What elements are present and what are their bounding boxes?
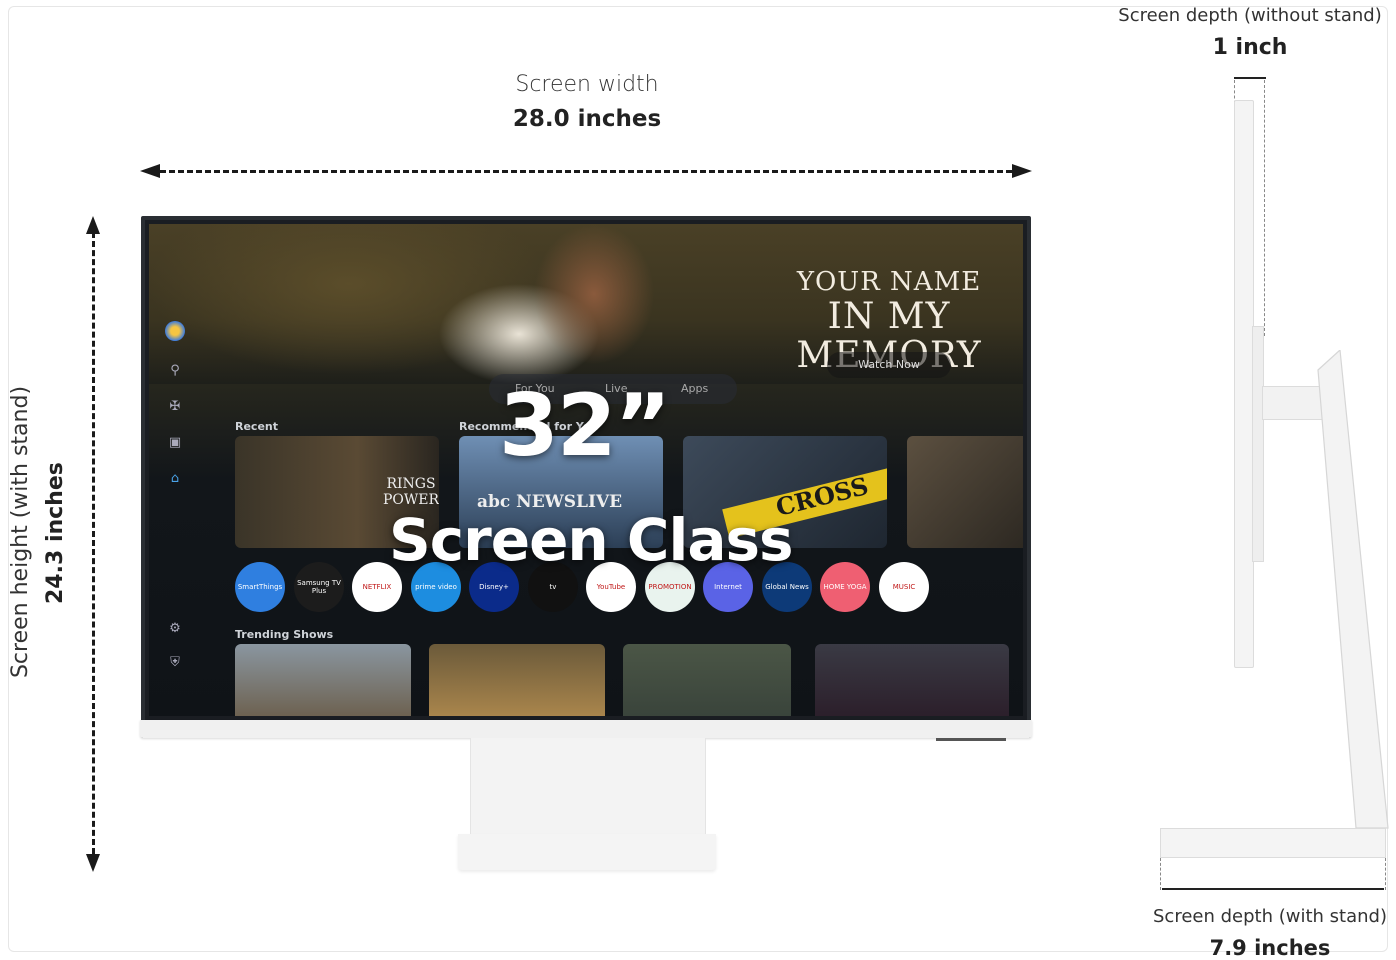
tab-apps[interactable]: Apps [681,382,708,395]
app-icon[interactable]: HOME YOGA [820,562,870,612]
screen-width-caption: Screen width [515,72,659,97]
depth-without-stand-value: 1 inch [1212,35,1288,60]
app-label: YouTube [596,583,626,591]
bezel-indicator [936,738,1006,741]
watch-now-button[interactable]: Watch Now [827,352,951,378]
ambient-icon[interactable]: ✠ [167,399,183,415]
depth-stand-guide-left [1160,858,1161,890]
monitor-front: YOUR NAME IN MY MEMORY Watch Now ⚲ ✠ ▣ ⌂… [141,216,1031,738]
width-arrow-left [140,164,160,178]
card-war-film[interactable] [907,436,1023,548]
depth-without-stand-caption: Screen depth (without stand) [1118,5,1382,26]
stand-base [458,834,716,870]
depth-arrow [1234,77,1266,79]
app-label: Disney+ [479,583,509,591]
height-arrow-up [86,216,100,234]
app-label: SmartThings [237,583,283,591]
depth-guide-right [1264,80,1265,336]
screen-class-overlay: Screen Class [389,506,794,574]
app-label: Samsung TV Plus [297,579,341,595]
home-icon[interactable]: ⌂ [167,471,183,487]
trending-row-label: Trending Shows [235,628,334,641]
hero-title-line1: YOUR NAME [796,267,982,297]
card-rings-title: RINGS POWER [383,476,439,508]
side-profile-panel [1234,100,1254,668]
trending-card-fantasy[interactable] [623,644,791,716]
trending-card-witch[interactable] [815,644,1009,716]
side-profile-stand [1317,350,1389,829]
height-arrow-down [86,854,100,872]
app-icon[interactable]: MUSIC [879,562,929,612]
screen-height-caption: Screen height (with stand) [8,385,33,679]
app-label: MUSIC [892,583,916,591]
screen-width-value: 28.0 inches [512,106,662,132]
depth-with-stand-value: 7.9 inches [1209,936,1331,960]
width-arrow-right [1012,164,1032,178]
search-icon[interactable]: ⚲ [167,363,183,379]
side-profile-base [1160,828,1386,858]
app-label: NETFLIX [362,583,392,591]
monitor-bottom-bezel [140,720,1032,738]
side-profile-back [1252,326,1264,562]
app-label: prime video [415,583,457,591]
trending-card-motocross[interactable] [235,644,411,716]
side-nav: ⚲ ✠ ▣ ⌂ ⚙ ⛨ [149,309,201,716]
width-dashed-line [160,170,1012,173]
screen-size-overlay: 32” [499,376,671,476]
settings-icon[interactable]: ⚙ [167,621,183,637]
app-icon[interactable]: SmartThings [235,562,285,612]
app-label: Global News [765,583,809,591]
profile-avatar-icon[interactable] [165,321,185,341]
media-icon[interactable]: ▣ [167,435,183,451]
stand-neck [470,738,706,838]
height-dashed-line [92,232,95,854]
app-icon[interactable]: Samsung TV Plus [294,562,344,612]
app-label: tv [549,583,557,591]
depth-with-stand-caption: Screen depth (with stand) [1153,906,1387,927]
trending-card-wildlife[interactable] [429,644,605,716]
app-label: HOME YOGA [823,583,867,591]
screen-height-value: 24.3 inches [43,462,68,604]
tv-screen: YOUR NAME IN MY MEMORY Watch Now ⚲ ✠ ▣ ⌂… [149,224,1023,716]
privacy-shield-icon[interactable]: ⛨ [167,655,183,671]
depth-stand-arrow [1162,888,1384,890]
recent-row-label: Recent [235,420,279,433]
app-label: PROMOTION [648,583,692,591]
depth-stand-guide-right [1385,858,1386,890]
app-label: Internet [714,583,742,591]
